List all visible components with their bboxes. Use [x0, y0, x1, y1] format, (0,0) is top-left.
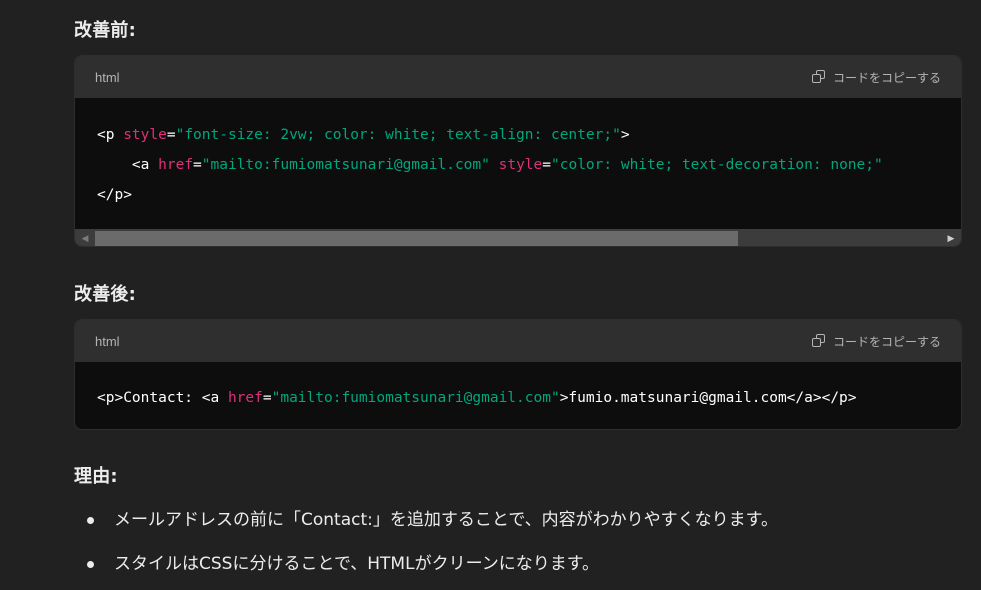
- bullet-dot-icon: [87, 561, 94, 568]
- copy-code-button[interactable]: コードをコピーする: [811, 333, 941, 350]
- reason-list: メールアドレスの前に「Contact:」を追加することで、内容がわかりやすくなり…: [74, 502, 778, 590]
- horizontal-scrollbar[interactable]: ◀ ▶: [75, 229, 961, 246]
- code-language-label: html: [95, 69, 120, 85]
- scrollbar-thumb[interactable]: [95, 231, 738, 246]
- before-heading: 改善前:: [74, 20, 136, 41]
- copy-code-label: コードをコピーする: [832, 70, 941, 85]
- code-line: <p>Contact: <a href="mailto:fumiomatsuna…: [97, 390, 857, 406]
- code-header: html コードをコピーする: [75, 56, 961, 98]
- copy-code-button[interactable]: コードをコピーする: [811, 69, 941, 86]
- code-language-label: html: [95, 333, 120, 349]
- reason-heading: 理由:: [74, 466, 118, 487]
- bullet-dot-icon: [87, 517, 94, 524]
- list-item: スタイルはCSSに分けることで、HTMLがクリーンになります。: [74, 546, 778, 590]
- code-header: html コードをコピーする: [75, 320, 961, 362]
- scroll-left-arrow-icon[interactable]: ◀: [75, 229, 95, 246]
- list-item: メールアドレスの前に「Contact:」を追加することで、内容がわかりやすくなり…: [74, 502, 778, 546]
- copy-icon: [811, 69, 827, 85]
- after-heading: 改善後:: [74, 284, 136, 305]
- scroll-right-arrow-icon[interactable]: ▶: [941, 229, 961, 246]
- code-content: <p>Contact: <a href="mailto:fumiomatsuna…: [75, 362, 961, 413]
- code-block-after: html コードをコピーする <p>Contact: <a href="mail…: [74, 319, 962, 430]
- code-block-before: html コードをコピーする <p style="font-size: 2vw;…: [74, 55, 962, 247]
- copy-code-label: コードをコピーする: [832, 334, 941, 349]
- code-line: </p>: [97, 187, 132, 203]
- copy-icon: [811, 333, 827, 349]
- code-content: <p style="font-size: 2vw; color: white; …: [75, 98, 961, 219]
- code-line: <a href="mailto:fumiomatsunari@gmail.com…: [131, 157, 883, 173]
- code-line: <p style="font-size: 2vw; color: white; …: [97, 127, 630, 143]
